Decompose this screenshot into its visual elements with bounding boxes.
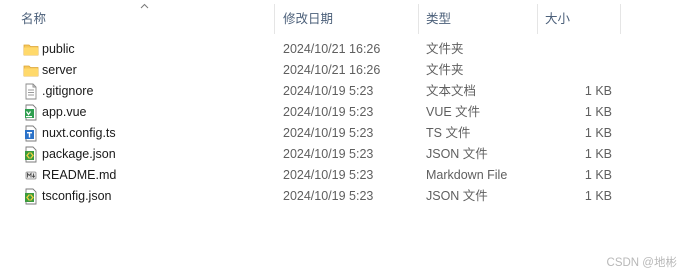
file-date: 2024/10/19 5:23 — [283, 147, 374, 161]
file-size: 1 KB — [584, 84, 612, 98]
file-row[interactable]: README.md 2024/10/19 5:23 Markdown File … — [0, 165, 684, 186]
file-type: 文本文档 — [426, 84, 477, 98]
file-row[interactable]: .gitignore 2024/10/19 5:23 文本文档 1 KB — [0, 81, 684, 102]
file-type: Markdown File — [426, 168, 508, 182]
file-date: 2024/10/21 16:26 — [283, 42, 381, 56]
column-divider[interactable] — [537, 4, 538, 34]
column-header-name[interactable]: 名称 — [21, 0, 46, 38]
column-divider[interactable] — [620, 4, 621, 34]
file-row[interactable]: server 2024/10/21 16:26 文件夹 — [0, 60, 684, 81]
file-date: 2024/10/19 5:23 — [283, 84, 374, 98]
file-size: 1 KB — [584, 189, 612, 203]
file-date: 2024/10/19 5:23 — [283, 105, 374, 119]
column-header-size[interactable]: 大小 — [545, 0, 570, 38]
file-type: JSON 文件 — [426, 147, 488, 161]
file-type: 文件夹 — [426, 42, 464, 56]
file-size: 1 KB — [584, 168, 612, 182]
json-file-icon — [23, 188, 39, 205]
column-header-bar: 名称 修改日期 类型 大小 — [0, 0, 684, 38]
file-type: VUE 文件 — [426, 105, 481, 119]
file-row[interactable]: public 2024/10/21 16:26 文件夹 — [0, 39, 684, 60]
folder-icon — [23, 41, 39, 58]
file-name: tsconfig.json — [42, 189, 112, 203]
file-row[interactable]: app.vue 2024/10/19 5:23 VUE 文件 1 KB — [0, 102, 684, 123]
file-date: 2024/10/21 16:26 — [283, 63, 381, 77]
file-name: app.vue — [42, 105, 87, 119]
file-name: README.md — [42, 168, 117, 182]
file-name: public — [42, 42, 75, 56]
file-type: TS 文件 — [426, 126, 471, 140]
json-file-icon — [23, 146, 39, 163]
ts-file-icon — [23, 125, 39, 142]
text-file-icon — [23, 83, 39, 100]
file-date: 2024/10/19 5:23 — [283, 168, 374, 182]
file-name: server — [42, 63, 77, 77]
watermark: CSDN @地彬 — [606, 257, 677, 269]
vue-file-icon — [23, 104, 39, 121]
file-size: 1 KB — [584, 147, 612, 161]
file-type: 文件夹 — [426, 63, 464, 77]
file-size: 1 KB — [584, 105, 612, 119]
file-row[interactable]: tsconfig.json 2024/10/19 5:23 JSON 文件 1 … — [0, 186, 684, 207]
column-header-type[interactable]: 类型 — [426, 0, 451, 38]
column-header-date[interactable]: 修改日期 — [283, 0, 333, 38]
file-row[interactable]: nuxt.config.ts 2024/10/19 5:23 TS 文件 1 K… — [0, 123, 684, 144]
file-row[interactable]: package.json 2024/10/19 5:23 JSON 文件 1 K… — [0, 144, 684, 165]
folder-icon — [23, 62, 39, 79]
file-date: 2024/10/19 5:23 — [283, 189, 374, 203]
file-name: .gitignore — [42, 84, 94, 98]
sort-ascending-icon — [140, 3, 149, 9]
file-name: package.json — [42, 147, 116, 161]
column-divider[interactable] — [274, 4, 275, 34]
file-date: 2024/10/19 5:23 — [283, 126, 374, 140]
file-size: 1 KB — [584, 126, 612, 140]
file-type: JSON 文件 — [426, 189, 488, 203]
markdown-file-icon — [23, 167, 39, 184]
column-divider[interactable] — [418, 4, 419, 34]
file-name: nuxt.config.ts — [42, 126, 116, 140]
